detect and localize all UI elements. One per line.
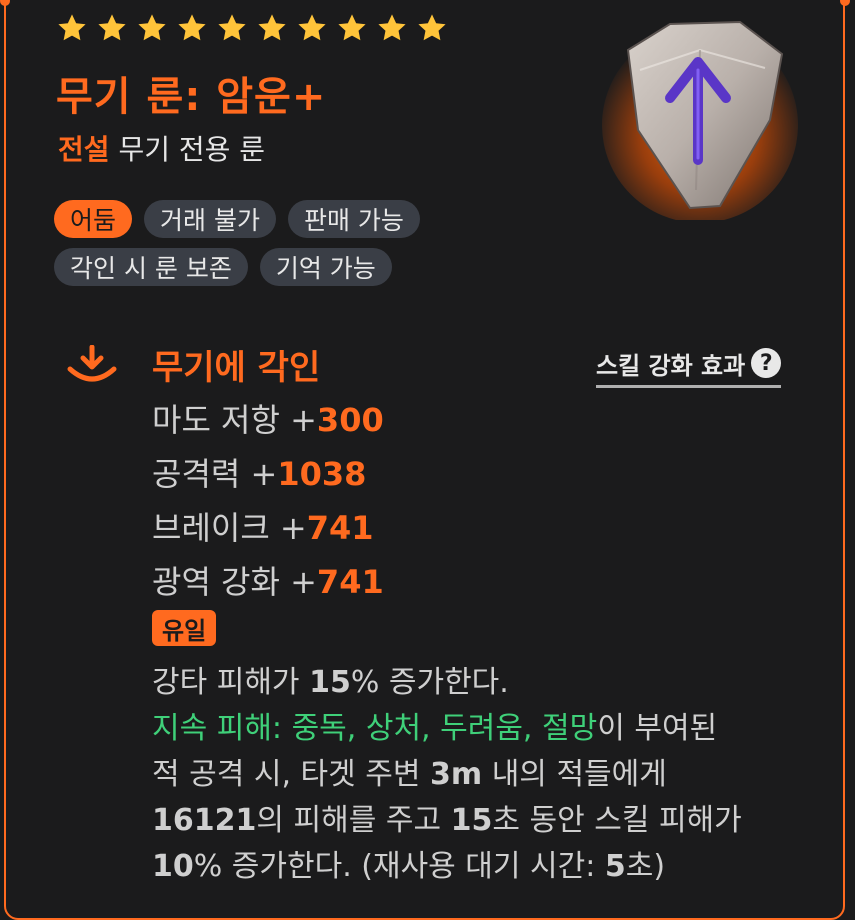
star-icon [296, 12, 328, 44]
desc-line: 강타 피해가 15% 증가한다. [152, 665, 509, 700]
tag-untradable: 거래 불가 [144, 200, 276, 238]
star-icon [416, 12, 448, 44]
star-icon [56, 12, 88, 44]
item-category: 무기 전용 룬 [118, 133, 266, 166]
star-rating [56, 12, 448, 44]
frame-corner-dot-right [840, 0, 850, 6]
tag-rune-preserve: 각인 시 룬 보존 [54, 248, 248, 286]
tag-element: 어둠 [54, 200, 133, 238]
desc-line: 10% 증가한다. (재사용 대기 시간: 5초) [152, 849, 666, 884]
star-icon [256, 12, 288, 44]
stat-row: 공격력 +1038 [152, 452, 384, 506]
stat-label: 마도 저항 + [152, 401, 317, 439]
tag-list: 어둠 거래 불가 판매 가능 각인 시 룬 보존 기억 가능 [54, 200, 574, 286]
tag-sellable: 판매 가능 [287, 200, 420, 238]
star-icon [96, 12, 128, 44]
item-subtitle: 전설 무기 전용 룬 [58, 128, 265, 168]
skill-enhance-link[interactable]: 스킬 강화 효과 ? [596, 343, 782, 388]
desc-line: 16121의 피해를 주고 15초 동안 스킬 피해가 [152, 803, 742, 838]
item-grade: 전설 [58, 133, 110, 166]
stat-value: 1038 [277, 455, 367, 493]
stat-list: 마도 저항 +300 공격력 +1038 브레이크 +741 광역 강화 +74… [152, 398, 384, 614]
stat-row: 마도 저항 +300 [152, 398, 384, 452]
tag-memorable: 기억 가능 [259, 248, 392, 286]
effect-description: 강타 피해가 15% 증가한다. 지속 피해: 중독, 상처, 두려움, 절망이… [152, 660, 802, 890]
star-icon [336, 12, 368, 44]
star-icon [376, 12, 408, 44]
stat-value: 300 [316, 401, 384, 439]
item-name: 무기 룬: 암운+ [56, 74, 327, 120]
stat-row: 브레이크 +741 [152, 506, 384, 560]
stat-value: 741 [316, 563, 384, 601]
skill-enhance-label: 스킬 강화 효과 [596, 351, 746, 380]
rune-item-icon [600, 10, 800, 223]
dot-effects-keyword: 지속 피해: 중독, 상처, 두려움, 절망 [152, 711, 598, 746]
star-icon [216, 12, 248, 44]
question-mark-icon[interactable]: ? [751, 348, 782, 378]
desc-line: 적 공격 시, 타겟 주변 3m 내의 적들에게 [152, 757, 667, 792]
stat-label: 브레이크 + [152, 509, 307, 547]
section-title: 무기에 각인 [152, 348, 321, 388]
engrave-download-icon [66, 344, 118, 385]
stat-label: 광역 강화 + [152, 563, 317, 601]
star-icon [136, 12, 168, 44]
desc-line: 지속 피해: 중독, 상처, 두려움, 절망이 부여된 [152, 711, 718, 746]
stat-row: 광역 강화 +741 [152, 560, 384, 614]
star-icon [176, 12, 208, 44]
stat-value: 741 [306, 509, 374, 547]
stat-label: 공격력 + [152, 455, 278, 493]
unique-badge: 유일 [152, 610, 217, 646]
